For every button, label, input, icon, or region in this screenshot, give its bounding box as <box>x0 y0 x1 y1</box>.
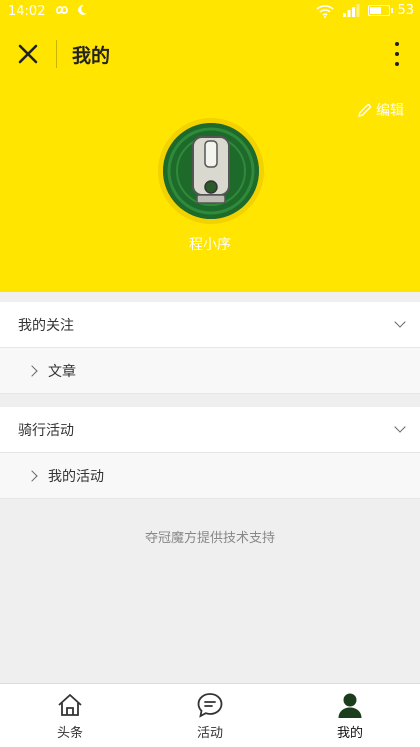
tab-headlines[interactable]: 头条 <box>0 684 140 747</box>
edit-button[interactable]: 编辑 <box>357 100 404 120</box>
section-title: 我的关注 <box>18 317 74 334</box>
status-icons-left <box>52 3 89 17</box>
close-icon <box>18 44 38 64</box>
infinity-icon <box>56 6 68 14</box>
more-menu-button[interactable] <box>392 40 402 68</box>
battery-icon <box>368 5 391 16</box>
list-item-label: 我的活动 <box>48 468 104 485</box>
title-bar: 我的 <box>0 26 420 82</box>
chevron-right-icon <box>26 364 38 377</box>
chevron-down-icon <box>394 421 406 433</box>
username: 程小序 <box>189 237 231 253</box>
chat-icon <box>197 693 223 718</box>
tab-mine[interactable]: 我的 <box>280 684 420 747</box>
page-title: 我的 <box>72 45 111 67</box>
section-cycling: 骑行活动 我的活动 <box>0 407 420 499</box>
list-item-my-activities[interactable]: 我的活动 <box>0 453 420 499</box>
tab-label: 活动 <box>196 726 223 741</box>
list-item-label: 文章 <box>48 363 76 380</box>
tab-label: 我的 <box>336 726 363 741</box>
signal-icon <box>343 3 360 17</box>
chevron-down-icon <box>394 316 406 328</box>
chevron-right-icon <box>26 469 38 482</box>
status-time: 14:02 <box>8 4 46 19</box>
tab-activities[interactable]: 活动 <box>140 684 280 747</box>
tab-bar: 头条 活动 我的 <box>0 683 420 747</box>
wifi-icon <box>316 4 334 18</box>
battery-percent: 53 <box>397 3 414 18</box>
list-item-articles[interactable]: 文章 <box>0 348 420 394</box>
section-following: 我的关注 文章 <box>0 302 420 394</box>
section-title: 骑行活动 <box>18 422 74 439</box>
home-icon <box>58 694 82 716</box>
tech-support-note: 夺冠魔方提供技术支持 <box>144 531 275 546</box>
tab-label: 头条 <box>56 726 83 741</box>
close-button[interactable] <box>14 40 42 68</box>
avatar-image <box>163 123 259 219</box>
section-header-following[interactable]: 我的关注 <box>0 302 420 348</box>
avatar[interactable] <box>158 118 264 224</box>
pencil-icon <box>358 103 371 117</box>
status-icons-right: 53 <box>316 3 414 18</box>
edit-label: 编辑 <box>376 103 404 119</box>
status-bar: 14:02 53 <box>0 0 420 26</box>
moon-icon <box>78 4 87 15</box>
title-divider <box>56 40 57 68</box>
section-header-cycling[interactable]: 骑行活动 <box>0 407 420 453</box>
battery-indicator: 53 <box>368 3 414 18</box>
user-icon <box>338 693 362 718</box>
